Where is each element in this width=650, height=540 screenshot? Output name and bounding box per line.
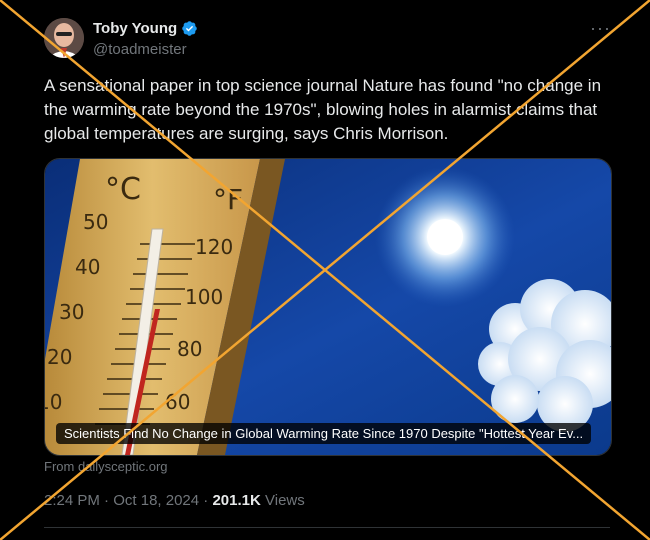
svg-text:80: 80 bbox=[177, 337, 202, 361]
tweet-meta: 2:24 PM · Oct 18, 2024 · 201.1K Views bbox=[44, 492, 305, 509]
meta-separator: · bbox=[104, 492, 110, 509]
svg-text:30: 30 bbox=[59, 300, 84, 324]
tweet-date[interactable]: Oct 18, 2024 bbox=[113, 492, 199, 509]
tweet-text: A sensational paper in top science journ… bbox=[44, 76, 602, 143]
svg-text:20: 20 bbox=[47, 345, 72, 369]
link-card[interactable]: °C °F 50 40 30 20 10 120 100 80 60 Scien… bbox=[44, 158, 612, 456]
svg-text:10: 10 bbox=[45, 390, 62, 414]
svg-text:°C: °C bbox=[105, 172, 141, 207]
tweet: Toby Young @toadmeister ··· A sensationa… bbox=[0, 0, 650, 540]
card-image: °C °F 50 40 30 20 10 120 100 80 60 bbox=[45, 159, 611, 455]
name-row: Toby Young bbox=[93, 20, 198, 37]
svg-text:40: 40 bbox=[75, 255, 100, 279]
views-count: 201.1K bbox=[212, 492, 261, 509]
handle[interactable]: @toadmeister bbox=[93, 41, 187, 58]
svg-text:50: 50 bbox=[83, 210, 108, 234]
views-label: Views bbox=[265, 492, 305, 509]
svg-text:°F: °F bbox=[213, 183, 243, 216]
avatar[interactable] bbox=[44, 18, 84, 58]
tweet-time[interactable]: 2:24 PM bbox=[44, 492, 100, 509]
card-source[interactable]: From dailysceptic.org bbox=[44, 459, 168, 474]
svg-text:120: 120 bbox=[195, 235, 233, 259]
verified-badge-icon bbox=[182, 21, 197, 36]
more-options-icon[interactable]: ··· bbox=[590, 18, 611, 39]
display-name[interactable]: Toby Young bbox=[93, 20, 177, 37]
divider bbox=[44, 527, 610, 528]
svg-text:60: 60 bbox=[165, 390, 190, 414]
svg-text:100: 100 bbox=[185, 285, 223, 309]
meta-separator: · bbox=[203, 492, 209, 509]
card-headline[interactable]: Scientists Find No Change in Global Warm… bbox=[56, 423, 592, 444]
